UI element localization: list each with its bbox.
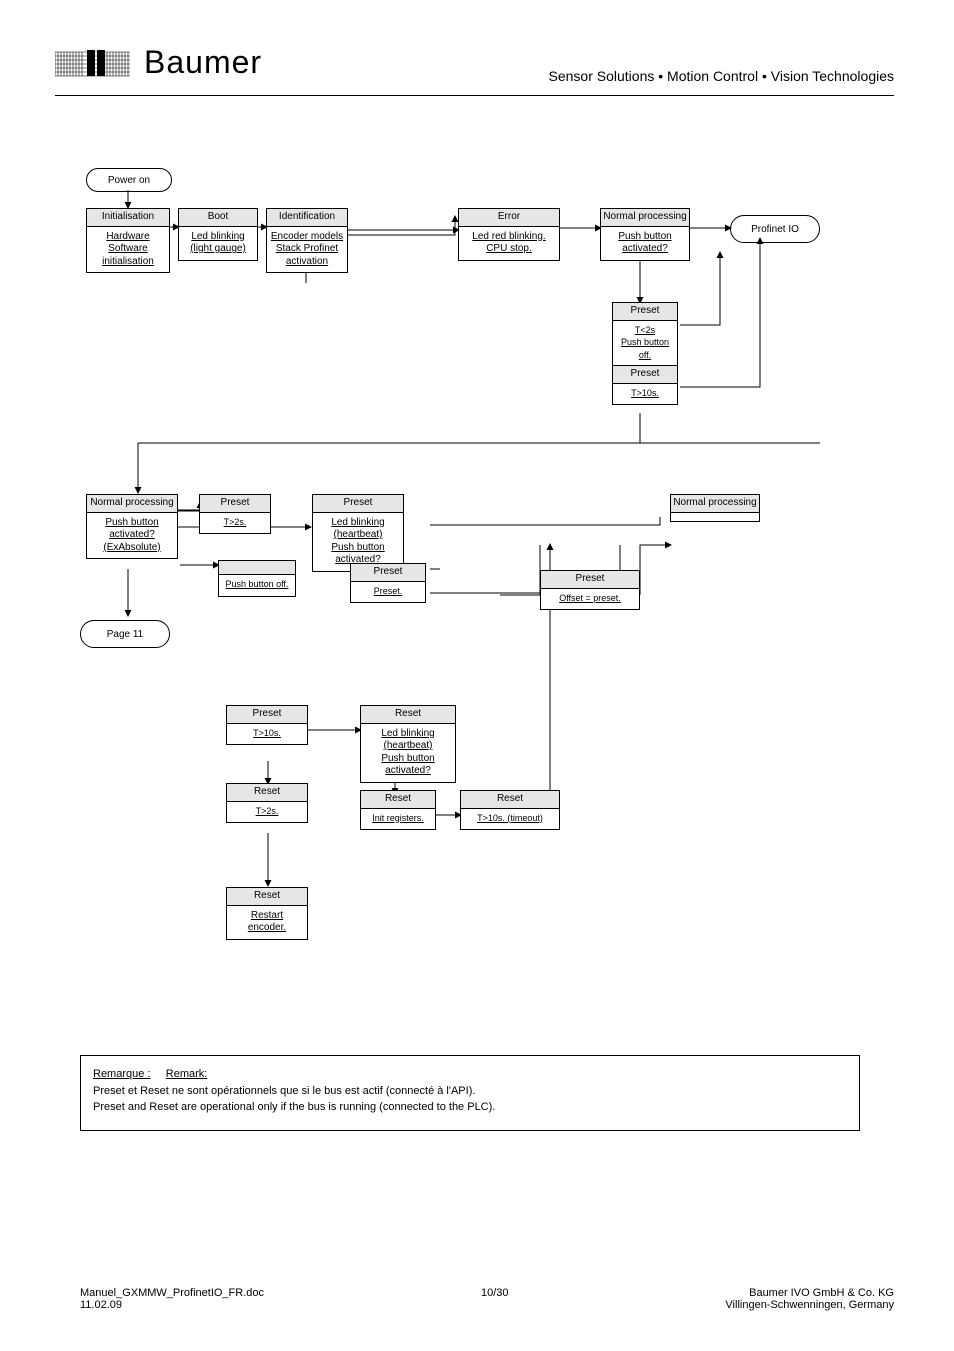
- node-body: Led blinking(light gauge): [190, 231, 246, 255]
- node-reset-timeout: Reset T>10s. (timeout): [460, 790, 560, 830]
- terminator-profinet-io: Profinet IO: [730, 215, 820, 243]
- node-body: Encoder modelsStack Profinetactivation: [271, 231, 343, 267]
- footer-center: 10/30: [481, 1287, 509, 1299]
- node-reset-blink: Reset Led blinking(heartbeat)Push button…: [360, 705, 456, 783]
- node-body: Init registers.: [372, 813, 424, 823]
- node-preset-blink1: Preset Led blinking(heartbeat)Push butto…: [312, 494, 404, 572]
- node-head: Normal processing: [87, 495, 177, 513]
- node-head: Preset: [227, 706, 307, 724]
- node-body: T>10s.: [253, 728, 281, 738]
- node-normal1: Normal processing Push buttonactivated?: [600, 208, 690, 261]
- node-body: T>10s. (timeout): [477, 813, 543, 823]
- node-reset-t: Preset T>10s.: [226, 705, 308, 745]
- node-head: [219, 561, 295, 575]
- node-head: Preset: [613, 366, 677, 384]
- node-preset-offset: Preset Offset = preset.: [540, 570, 640, 610]
- node-preset-t-off: Preset T<2sPush button off.: [612, 302, 678, 367]
- node-head: Preset: [541, 571, 639, 589]
- note-box: Remarque : Remark: Preset et Reset ne so…: [80, 1055, 860, 1131]
- node-head: Preset: [200, 495, 270, 513]
- node-body: T>2s.: [256, 806, 279, 816]
- node-head: Normal processing: [671, 495, 759, 513]
- node-n2-t2: Preset T>2s.: [199, 494, 271, 534]
- node-head: Boot: [179, 209, 257, 227]
- footer-loc: Villingen-Schwenningen, Germany: [725, 1299, 894, 1311]
- node-reset-restart: Reset Restartencoder.: [226, 887, 308, 940]
- node-body: Push button off.: [226, 579, 289, 589]
- header-divider: [55, 95, 894, 96]
- node-body: Led blinking(heartbeat)Push buttonactiva…: [331, 517, 384, 566]
- node-n2-off: Push button off.: [218, 560, 296, 597]
- node-body: T>2s.: [224, 517, 247, 527]
- node-head: Reset: [227, 888, 307, 906]
- footer-left: Manuel_GXMMW_ProfinetIO_FR.doc: [80, 1287, 264, 1299]
- node-body: Preset.: [374, 586, 403, 596]
- node-head: Error: [459, 209, 559, 227]
- flowchart: Power on Profinet IO Page 11 Initialisat…: [80, 165, 860, 995]
- node-normal3: Normal processing: [670, 494, 760, 522]
- note-label-fr: Remarque :: [93, 1068, 150, 1080]
- node-head: Reset: [461, 791, 559, 809]
- node-body: Push buttonactivated?(ExAbsolute): [103, 517, 160, 553]
- node-head: Reset: [227, 784, 307, 802]
- node-body: T>10s.: [631, 388, 659, 398]
- brand-name: Baumer: [144, 44, 262, 81]
- node-body: Led blinking(heartbeat)Push buttonactiva…: [381, 728, 434, 777]
- header-tagline: Sensor Solutions • Motion Control • Visi…: [549, 68, 894, 84]
- node-boot: Boot Led blinking(light gauge): [178, 208, 258, 261]
- node-error: Error Led red blinking.CPU stop.: [458, 208, 560, 261]
- logo-icon: [55, 48, 130, 78]
- node-head: Reset: [361, 791, 435, 809]
- node-body: T<2sPush button off.: [621, 325, 669, 360]
- node-head: Identification: [267, 209, 347, 227]
- note-label-en: Remark:: [166, 1068, 208, 1080]
- node-head: Normal processing: [601, 209, 689, 227]
- terminator-page-11: Page 11: [80, 620, 170, 648]
- node-reset-t2: Reset T>2s.: [226, 783, 308, 823]
- node-body: Offset = preset.: [559, 593, 621, 603]
- footer-org: Baumer IVO GmbH & Co. KG: [749, 1287, 894, 1299]
- note-text: Preset et Reset ne sont opérationnels qu…: [93, 1085, 495, 1114]
- node-head: Reset: [361, 706, 455, 724]
- node-body: Push buttonactivated?: [618, 231, 671, 255]
- node-body: HardwareSoftwareinitialisation: [102, 231, 154, 267]
- node-reset-init: Reset Init registers.: [360, 790, 436, 830]
- node-normal2: Normal processing Push buttonactivated?(…: [86, 494, 178, 559]
- node-initialisation: Initialisation HardwareSoftwareinitialis…: [86, 208, 170, 273]
- node-preset-t10: Preset T>10s.: [612, 365, 678, 405]
- node-head: Preset: [613, 303, 677, 321]
- node-body: Led red blinking.CPU stop.: [472, 231, 545, 255]
- node-body: Restartencoder.: [248, 910, 286, 934]
- footer: Manuel_GXMMW_ProfinetIO_FR.doc 11.02.09 …: [80, 1287, 894, 1311]
- node-identification: Identification Encoder modelsStack Profi…: [266, 208, 348, 273]
- node-head: Preset: [351, 564, 425, 582]
- node-head: Preset: [313, 495, 403, 513]
- footer-date: 11.02.09: [80, 1299, 122, 1311]
- terminator-power-on: Power on: [86, 168, 172, 192]
- node-preset-preset: Preset Preset.: [350, 563, 426, 603]
- node-head: Initialisation: [87, 209, 169, 227]
